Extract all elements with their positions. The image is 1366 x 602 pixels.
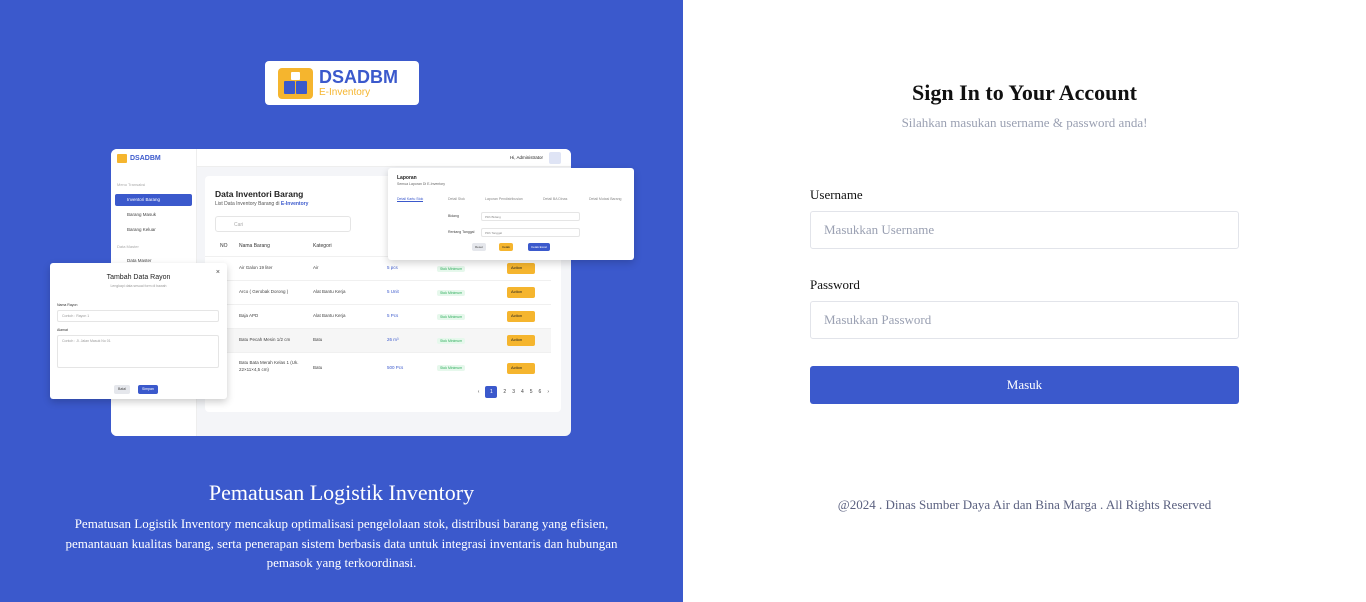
chevron-right-icon: › [547,389,549,395]
boxes-icon [278,67,313,99]
preview-col-header: Nama Barang [239,243,270,249]
username-input[interactable] [810,211,1239,249]
promo-panel: DSADBM E-Inventory DSADBM Menu Transaksi… [0,0,683,602]
chevron-left-icon: ‹ [477,389,480,395]
preview-section-label: Menu Transaksi [117,182,146,187]
preview-report-popup: Laporan Semua Laporan Di E-Inventory Det… [388,168,634,260]
preview-card-subtitle: List Data Inventory Barang di [215,201,280,207]
preview-sidebar-item: Barang Masuk [127,212,157,217]
preview-card-title: Data Inventori Barang [215,189,304,199]
preview-user: Hi, Administrator [509,155,543,160]
page-subtitle: Silahkan masukan username & password and… [901,115,1148,130]
promo-description: Pematusan Logistik Inventory mencakup op… [65,516,618,570]
close-icon: × [215,269,220,276]
boxes-icon [117,154,127,163]
promo-headline: Pematusan Logistik Inventory [208,480,475,505]
preview-col-header: Kategori [313,243,332,249]
preview-topbar: Hi, Administrator [197,149,571,167]
logo-name: DSADBM [319,66,398,87]
table-row: Arco ( Gerobak Dorong ) Alat Bantu Kerja… [205,280,551,304]
login-button[interactable]: Masuk [810,366,1239,404]
preview-col-header: NO [220,243,228,249]
footer-copyright: @2024 . Dinas Sumber Daya Air dan Bina M… [837,497,1212,512]
logo: DSADBM E-Inventory [265,61,419,105]
table-row: Batu Bata Merah Kelas 1 (Uk. 22×11×4,5 c… [205,352,551,382]
username-label: Username [810,187,863,202]
logo-tagline: E-Inventory [319,86,371,98]
table-row: Baja APD Alat Bantu Kerja 5 Pcs Stok Min… [205,304,551,328]
avatar [549,152,561,164]
preview-modal: Tambah Data Rayon Lengkapi data sesuai f… [50,263,227,399]
preview-card-brand: E-Inventory [280,201,309,207]
login-panel: Sign In to Your Account Silahkan masukan… [683,0,1366,602]
preview-brand: DSADBM [130,155,161,162]
preview-section-label: Data Master [117,244,139,249]
preview-search: Cari [215,216,351,232]
preview-sidebar-item: Barang Keluar [127,227,156,232]
password-input[interactable] [810,301,1239,339]
page-title: Sign In to Your Account [912,80,1137,105]
table-row: Batu Pecah Mesin 1/2 cm Batu 26 m³ Stok … [205,328,551,352]
preview-pagination: ‹ 1 2 3 4 5 6 › [478,386,549,398]
password-label: Password [810,277,860,292]
preview-sidebar-item: Inventori Barang [115,194,192,206]
